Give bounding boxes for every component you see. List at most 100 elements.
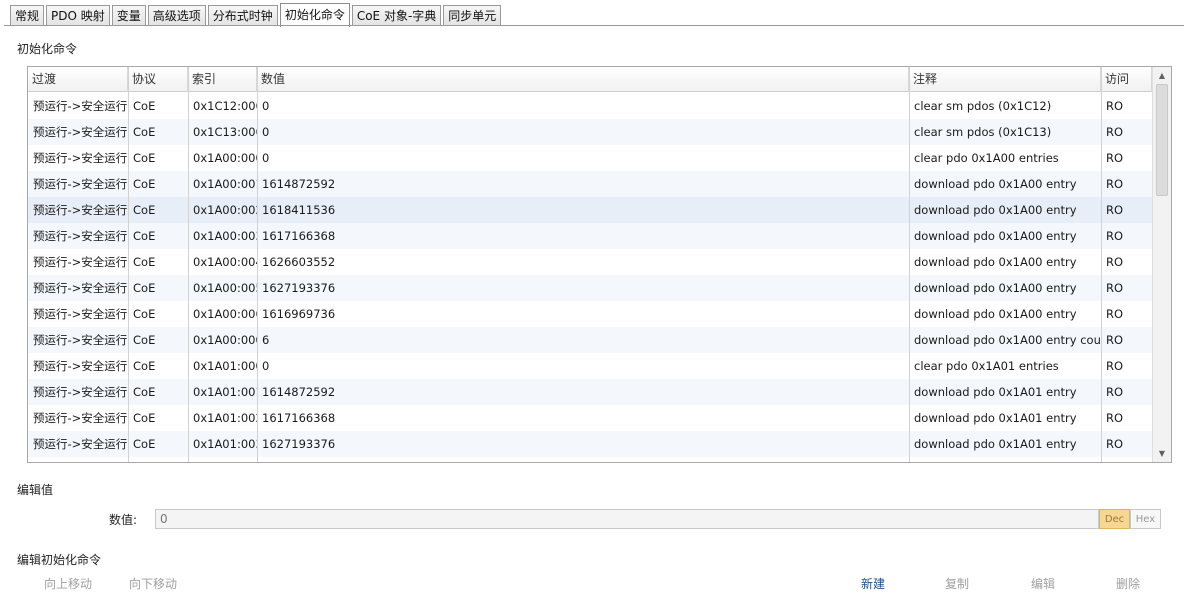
cell-transition: 预运行->安全运行 [33, 307, 128, 321]
table-row[interactable]: 预运行->安全运行 CoE 0x1C13:000 0 clear sm pdos (0x… [28, 119, 1152, 145]
cell-protocol: CoE [133, 281, 156, 295]
cell-transition: 预运行->安全运行 [33, 203, 128, 217]
cell-index: 0x1A00:002 [193, 203, 257, 217]
cell-comment: clear pdo 0x1A00 entries [914, 151, 1059, 165]
vertical-scrollbar[interactable]: ▲ ▼ [1152, 67, 1171, 462]
cell-value: 1614872592 [262, 177, 336, 191]
table-row[interactable]: 预运行->安全运行 CoE 0x1A01:002 1617166368 download… [28, 405, 1152, 431]
tab-init-commands[interactable]: 初始化命令 [279, 3, 350, 27]
cell-comment: download pdo 0x1A00 entry [914, 177, 1077, 191]
cell-protocol: CoE [133, 359, 156, 373]
table-body: 预运行->安全运行 CoE 0x1C12:000 0 clear sm pdos (0x… [28, 93, 1152, 457]
cell-value: 0 [262, 99, 270, 113]
tab-advanced[interactable]: 高级选项 [147, 5, 206, 26]
column-header-value[interactable]: 数值 [257, 67, 909, 92]
cell-protocol: CoE [133, 385, 156, 399]
table-row[interactable]: 预运行->安全运行 CoE 0x1A00:002 1618411536 download… [28, 197, 1152, 223]
table-header: 过渡 协议 索引 数值 注释 访问 [28, 67, 1152, 92]
column-header-protocol[interactable]: 协议 [128, 67, 188, 92]
cell-access: RO [1106, 359, 1124, 373]
cell-protocol: CoE [133, 255, 156, 269]
cell-access: RO [1106, 307, 1124, 321]
cell-protocol: CoE [133, 203, 156, 217]
value-input[interactable] [155, 509, 1099, 529]
tab-general[interactable]: 常规 [10, 5, 45, 26]
cell-value: 1617166368 [262, 411, 336, 425]
cell-access: RO [1106, 203, 1124, 217]
table-row[interactable]: 预运行->安全运行 CoE 0x1A00:004 1626603552 download… [28, 249, 1152, 275]
cell-value: 1618411536 [262, 203, 336, 217]
dec-toggle-button[interactable]: Dec [1099, 509, 1130, 529]
move-down-button[interactable]: 向下移动 [129, 575, 177, 592]
tab-distributed-clock[interactable]: 分布式时钟 [207, 5, 278, 26]
cell-comment: download pdo 0x1A01 entry [914, 385, 1077, 399]
cell-comment: download pdo 0x1A01 entry [914, 411, 1077, 425]
cell-comment: download pdo 0x1A00 entry [914, 255, 1077, 269]
table-row[interactable]: 预运行->安全运行 CoE 0x1A00:000 0 clear pdo 0x1A00 … [28, 145, 1152, 171]
column-header-index[interactable]: 索引 [188, 67, 257, 92]
table-row[interactable]: 预运行->安全运行 CoE 0x1A00:005 1627193376 download… [28, 275, 1152, 301]
cell-access: RO [1106, 151, 1124, 165]
cell-protocol: CoE [133, 125, 156, 139]
edit-init-commands-heading: 编辑初始化命令 [17, 553, 102, 567]
new-button[interactable]: 新建 [861, 575, 885, 592]
init-commands-table: 过渡 协议 索引 数值 注释 访问 预运行->安全运行 CoE 0x1C12:000… [27, 66, 1172, 463]
table-row[interactable]: 预运行->安全运行 CoE 0x1A00:003 1617166368 download… [28, 223, 1152, 249]
cell-value: 0 [262, 125, 270, 139]
tab-variables[interactable]: 变量 [111, 5, 146, 26]
init-commands-heading: 初始化命令 [17, 42, 78, 56]
table-row[interactable]: 预运行->安全运行 CoE 0x1A01:001 1614872592 download… [28, 379, 1152, 405]
copy-button[interactable]: 复制 [945, 575, 969, 592]
column-header-comment[interactable]: 注释 [909, 67, 1101, 92]
tab-coe-object-dictionary[interactable]: CoE 对象-字典 [351, 5, 442, 26]
scroll-up-icon[interactable]: ▲ [1153, 67, 1171, 84]
table-row[interactable]: 预运行->安全运行 CoE 0x1A00:006 1616969736 download… [28, 301, 1152, 327]
cell-protocol: CoE [133, 411, 156, 425]
tab-sync-units[interactable]: 同步单元 [443, 5, 502, 26]
cell-transition: 预运行->安全运行 [33, 151, 128, 165]
cell-transition: 预运行->安全运行 [33, 437, 128, 451]
column-divider [257, 67, 258, 462]
cell-index: 0x1A01:001 [193, 385, 257, 399]
cell-access: RO [1106, 229, 1124, 243]
move-up-button[interactable]: 向上移动 [44, 575, 92, 592]
cell-access: RO [1106, 385, 1124, 399]
table-row[interactable]: 预运行->安全运行 CoE 0x1A01:003 1627193376 download… [28, 431, 1152, 457]
table-row[interactable]: 预运行->安全运行 CoE 0x1A01:000 0 clear pdo 0x1A01 … [28, 353, 1152, 379]
cell-access: RO [1106, 255, 1124, 269]
cell-protocol: CoE [133, 333, 156, 347]
cell-transition: 预运行->安全运行 [33, 99, 128, 113]
cell-value: 1627193376 [262, 437, 336, 451]
cell-value: 1626603552 [262, 255, 336, 269]
cell-transition: 预运行->安全运行 [33, 177, 128, 191]
cell-index: 0x1A01:003 [193, 437, 257, 451]
table-row[interactable]: 预运行->安全运行 CoE 0x1A00:000 6 download pdo 0x1A… [28, 327, 1152, 353]
cell-comment: download pdo 0x1A01 entry [914, 437, 1077, 451]
delete-button[interactable]: 删除 [1116, 575, 1140, 592]
column-header-transition[interactable]: 过渡 [28, 67, 128, 92]
cell-transition: 预运行->安全运行 [33, 385, 128, 399]
cell-comment: download pdo 0x1A00 entry [914, 229, 1077, 243]
column-header-access[interactable]: 访问 [1101, 67, 1152, 92]
cell-index: 0x1A00:004 [193, 255, 257, 269]
hex-toggle-button[interactable]: Hex [1130, 509, 1161, 529]
column-divider [1101, 67, 1102, 462]
cell-value: 1616969736 [262, 307, 336, 321]
table-row[interactable]: 预运行->安全运行 CoE 0x1A00:001 1614872592 download… [28, 171, 1152, 197]
tab-pdo-mapping[interactable]: PDO 映射 [46, 5, 110, 26]
value-label: 数值: [109, 513, 138, 527]
cell-value: 0 [262, 359, 270, 373]
tab-bar: 常规 PDO 映射 变量 高级选项 分布式时钟 初始化命令 CoE 对象-字典 … [10, 3, 503, 27]
cell-protocol: CoE [133, 437, 156, 451]
cell-protocol: CoE [133, 307, 156, 321]
scrollbar-thumb[interactable] [1156, 84, 1168, 196]
cell-transition: 预运行->安全运行 [33, 255, 128, 269]
table-row[interactable]: 预运行->安全运行 CoE 0x1C12:000 0 clear sm pdos (0x… [28, 93, 1152, 119]
column-divider [909, 67, 910, 462]
cell-access: RO [1106, 281, 1124, 295]
edit-button[interactable]: 编辑 [1031, 575, 1055, 592]
cell-comment: download pdo 0x1A00 entry [914, 203, 1077, 217]
scroll-down-icon[interactable]: ▼ [1153, 445, 1171, 462]
column-divider [128, 67, 129, 462]
cell-access: RO [1106, 125, 1124, 139]
